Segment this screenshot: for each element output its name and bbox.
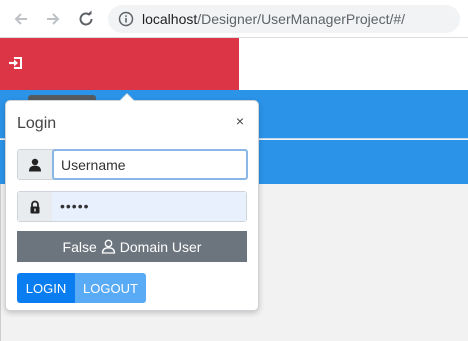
url-text: localhost/Designer/UserManagerProject/#/ (142, 11, 405, 27)
password-group: ••••• (17, 191, 247, 222)
browser-toolbar: localhost/Designer/UserManagerProject/#/ (0, 0, 468, 38)
close-button[interactable]: × (236, 113, 244, 129)
url-host: localhost (142, 11, 198, 27)
url-path: /Designer/UserManagerProject/#/ (197, 11, 406, 27)
reload-icon (79, 10, 93, 26)
domain-user-label: Domain User (119, 238, 202, 255)
forward-arrow-icon (47, 13, 60, 25)
divider (0, 184, 1, 341)
username-input[interactable] (52, 149, 248, 180)
domain-user-state: False (62, 238, 97, 255)
lock-icon (30, 200, 40, 213)
user-outline-icon (101, 239, 115, 254)
user-icon (29, 158, 41, 171)
sign-in-icon[interactable] (8, 55, 24, 71)
username-group (17, 149, 248, 180)
header-blank-area (239, 38, 468, 90)
password-input[interactable]: ••••• (52, 192, 246, 221)
forward-button[interactable] (42, 8, 64, 30)
reload-button[interactable] (75, 8, 97, 30)
app-header (0, 38, 239, 90)
popover-title: Login (17, 115, 57, 132)
username-addon (18, 150, 53, 179)
login-popover: Login × ••••• False Domain User LOGIN (5, 93, 259, 311)
address-bar[interactable]: localhost/Designer/UserManagerProject/#/ (108, 5, 460, 33)
login-button[interactable]: LOGIN (17, 273, 75, 303)
domain-user-button[interactable]: False Domain User (17, 231, 247, 262)
back-arrow-icon (14, 13, 27, 25)
logout-button[interactable]: LOGOUT (75, 273, 146, 303)
popover-arrow (119, 93, 135, 101)
info-icon[interactable] (118, 11, 134, 27)
password-addon (18, 192, 53, 221)
back-button[interactable] (10, 8, 32, 30)
